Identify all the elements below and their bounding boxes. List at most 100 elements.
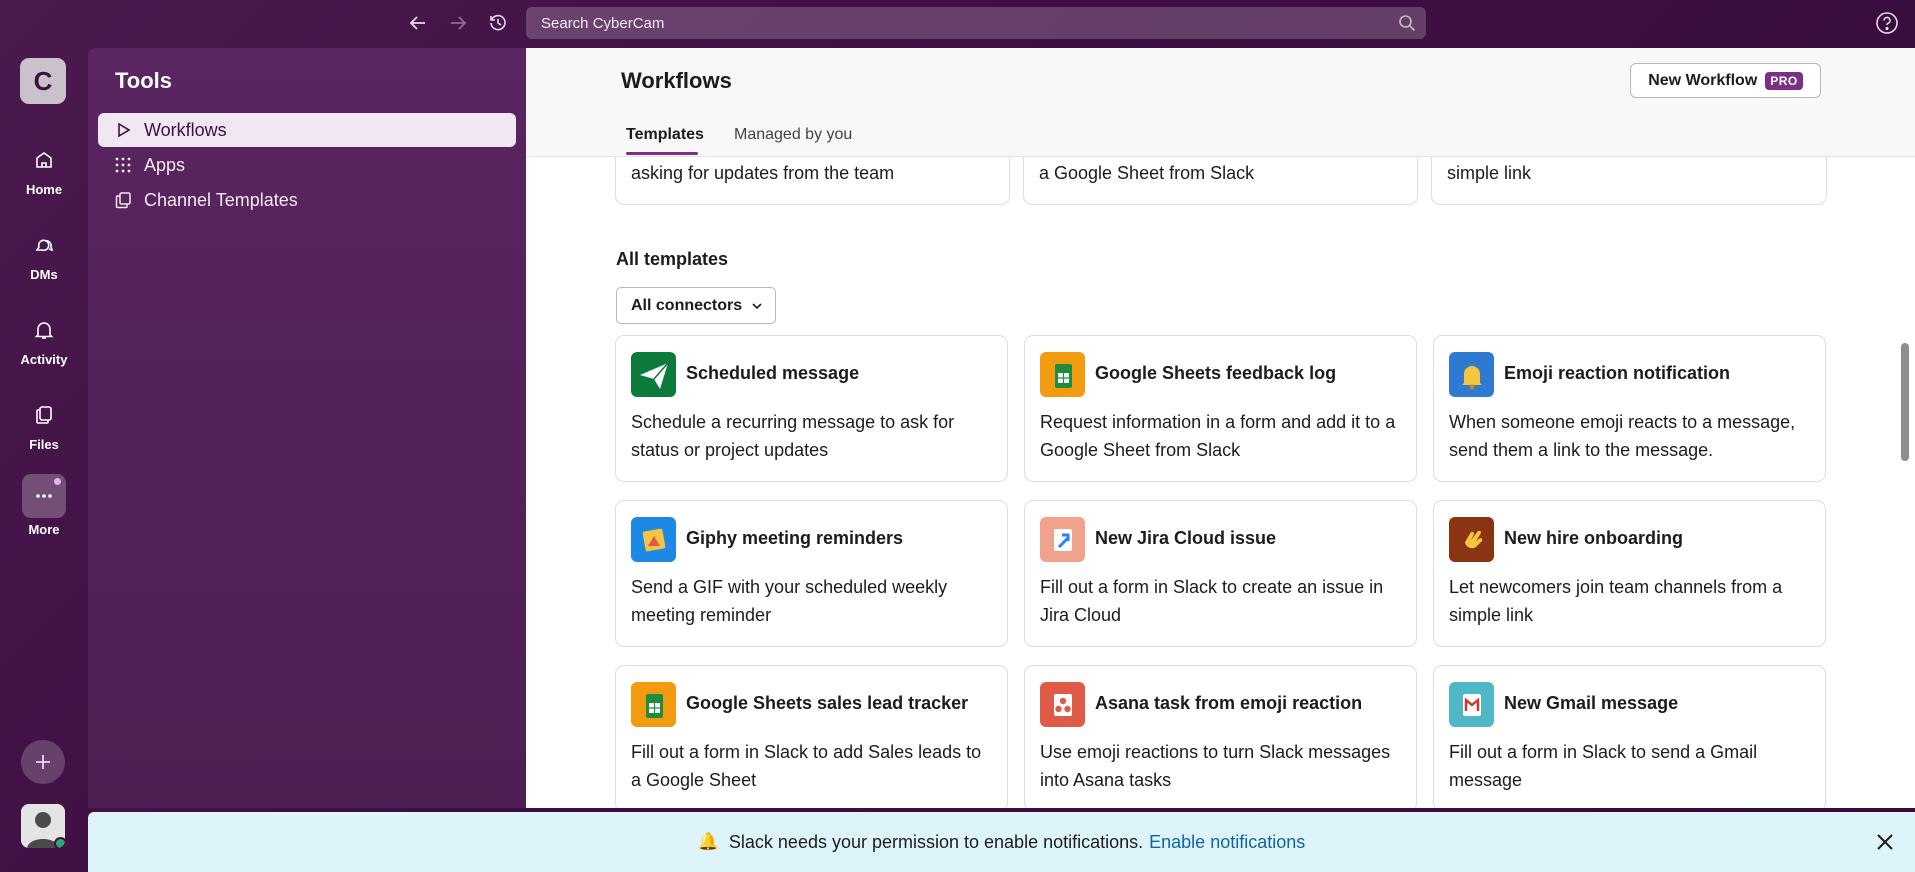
card-description: Use emoji reactions to turn Slack messag… bbox=[1040, 742, 1391, 790]
card-title: New Gmail message bbox=[1504, 693, 1679, 713]
grid-icon bbox=[114, 156, 132, 174]
template-card[interactable]: New Gmail message Fill out a form in Sla… bbox=[1433, 665, 1826, 808]
template-card[interactable]: New Jira Cloud issue Fill out a form in … bbox=[1024, 500, 1417, 647]
bell-emoji-icon: 🔔 bbox=[697, 832, 719, 851]
bell-emoji-icon bbox=[1449, 352, 1494, 397]
plus-icon bbox=[36, 755, 50, 769]
search-placeholder: Search CyberCam bbox=[541, 14, 665, 32]
template-card[interactable]: Google Sheets sales lead tracker Fill ou… bbox=[615, 665, 1008, 808]
card-title: New hire onboarding bbox=[1504, 528, 1684, 548]
sidebar-item-label: Channel Templates bbox=[144, 189, 298, 210]
active-tab-indicator bbox=[626, 152, 698, 155]
chevron-down-icon bbox=[752, 302, 762, 309]
card-description: Schedule a recurring message to ask for … bbox=[631, 412, 955, 460]
pro-badge: PRO bbox=[1765, 71, 1803, 90]
template-card-partial[interactable]: a Google Sheet from Slack bbox=[1023, 157, 1418, 205]
rail-label: Activity bbox=[20, 352, 68, 367]
notification-permission-banner: 🔔 Slack needs your permission to enable … bbox=[88, 812, 1915, 872]
forward-arrow-icon[interactable] bbox=[444, 9, 472, 37]
card-title: Scheduled message bbox=[686, 363, 860, 383]
rail-item-files[interactable]: Files bbox=[0, 397, 88, 452]
home-icon bbox=[26, 142, 62, 178]
presence-indicator bbox=[54, 837, 65, 848]
giphy-icon bbox=[631, 517, 676, 562]
top-bar: Search CyberCam bbox=[0, 0, 1915, 46]
card-description: simple link bbox=[1447, 163, 1532, 183]
card-description: asking for updates from the team bbox=[631, 163, 895, 183]
sidebar-item-workflows[interactable]: Workflows bbox=[98, 113, 516, 147]
new-workflow-label: New Workflow bbox=[1648, 71, 1758, 89]
template-card[interactable]: Giphy meeting reminders Send a GIF with … bbox=[615, 500, 1008, 647]
template-card[interactable]: Asana task from emoji reaction Use emoji… bbox=[1024, 665, 1417, 808]
card-description: Let newcomers join team channels from a … bbox=[1449, 577, 1783, 625]
templates-scroll-area[interactable]: asking for updates from the team a Googl… bbox=[526, 157, 1915, 808]
sheets-icon bbox=[1040, 352, 1085, 397]
left-rail: C Home DMs Activity Files More bbox=[0, 46, 88, 872]
more-icon bbox=[22, 474, 66, 518]
workspace-switcher[interactable]: C bbox=[20, 58, 66, 104]
new-workflow-button[interactable]: New Workflow PRO bbox=[1630, 63, 1821, 98]
card-title: Google Sheets sales lead tracker bbox=[686, 693, 969, 713]
card-description: Fill out a form in Slack to create an is… bbox=[1040, 577, 1384, 625]
enable-notifications-link[interactable]: Enable notifications bbox=[1149, 832, 1305, 853]
gmail-icon bbox=[1449, 682, 1494, 727]
card-description: a Google Sheet from Slack bbox=[1039, 163, 1255, 183]
asana-icon bbox=[1040, 682, 1085, 727]
rail-label: Files bbox=[29, 437, 59, 452]
scrollbar-thumb[interactable] bbox=[1901, 343, 1909, 461]
template-card-partial[interactable]: asking for updates from the team bbox=[615, 157, 1010, 205]
wave-icon bbox=[1449, 517, 1494, 562]
rail-label: Home bbox=[25, 182, 63, 197]
add-button[interactable] bbox=[21, 740, 65, 784]
section-title: All templates bbox=[616, 249, 729, 269]
search-icon bbox=[1399, 15, 1416, 32]
rail-label: More bbox=[28, 522, 60, 537]
search-input[interactable]: Search CyberCam bbox=[526, 7, 1426, 39]
card-title: Google Sheets feedback log bbox=[1095, 363, 1337, 383]
sidebar-item-label: Workflows bbox=[144, 119, 227, 140]
template-card[interactable]: Scheduled message Schedule a recurring m… bbox=[615, 335, 1008, 482]
card-title: Emoji reaction notification bbox=[1504, 363, 1731, 383]
card-title: Asana task from emoji reaction bbox=[1095, 693, 1363, 713]
history-icon[interactable] bbox=[484, 9, 512, 37]
card-description: Fill out a form in Slack to send a Gmail… bbox=[1449, 742, 1758, 790]
rail-item-more[interactable]: More bbox=[0, 474, 88, 537]
template-card[interactable]: Google Sheets feedback log Request infor… bbox=[1024, 335, 1417, 482]
tab-templates[interactable]: Templates bbox=[626, 126, 704, 144]
rail-label: DMs bbox=[30, 267, 58, 282]
files-icon bbox=[26, 397, 62, 433]
tools-sidebar: Tools Workflows Apps Channel Templates bbox=[88, 48, 526, 808]
sheets-icon bbox=[631, 682, 676, 727]
unread-dot bbox=[54, 478, 61, 485]
rail-item-home[interactable]: Home bbox=[0, 142, 88, 197]
dm-icon bbox=[26, 227, 62, 263]
card-description: Request information in a form and add it… bbox=[1040, 412, 1396, 460]
template-card[interactable]: New hire onboarding Let newcomers join t… bbox=[1433, 500, 1826, 647]
connectors-dropdown-value: All connectors bbox=[631, 296, 743, 314]
close-icon[interactable] bbox=[1872, 829, 1898, 855]
help-icon[interactable] bbox=[1874, 10, 1900, 36]
back-arrow-icon[interactable] bbox=[404, 9, 432, 37]
template-card[interactable]: Emoji reaction notification When someone… bbox=[1433, 335, 1826, 482]
rail-item-activity[interactable]: Activity bbox=[0, 312, 88, 367]
copy-icon bbox=[114, 191, 132, 209]
sidebar-item-channel-templates[interactable]: Channel Templates bbox=[98, 183, 516, 217]
jira-icon bbox=[1040, 517, 1085, 562]
sidebar-item-label: Apps bbox=[144, 154, 186, 175]
rail-item-dms[interactable]: DMs bbox=[0, 227, 88, 282]
sidebar-item-apps[interactable]: Apps bbox=[98, 148, 516, 182]
tab-managed-by-you[interactable]: Managed by you bbox=[734, 126, 852, 144]
bell-icon bbox=[26, 312, 62, 348]
page-title: Workflows bbox=[621, 68, 732, 93]
main-header: Workflows New Workflow PRO Templates Man… bbox=[526, 48, 1915, 157]
card-description: Send a GIF with your scheduled weekly me… bbox=[631, 577, 948, 625]
connectors-dropdown[interactable]: All connectors bbox=[616, 287, 776, 324]
sidebar-title: Tools bbox=[115, 68, 173, 93]
play-icon bbox=[114, 121, 132, 139]
template-card-partial[interactable]: simple link bbox=[1431, 157, 1827, 205]
avatar[interactable] bbox=[21, 804, 65, 848]
main-panel: Workflows New Workflow PRO Templates Man… bbox=[526, 48, 1915, 808]
paper-plane-icon bbox=[631, 352, 676, 397]
card-title: New Jira Cloud issue bbox=[1095, 528, 1277, 548]
banner-text: Slack needs your permission to enable no… bbox=[728, 831, 1144, 852]
